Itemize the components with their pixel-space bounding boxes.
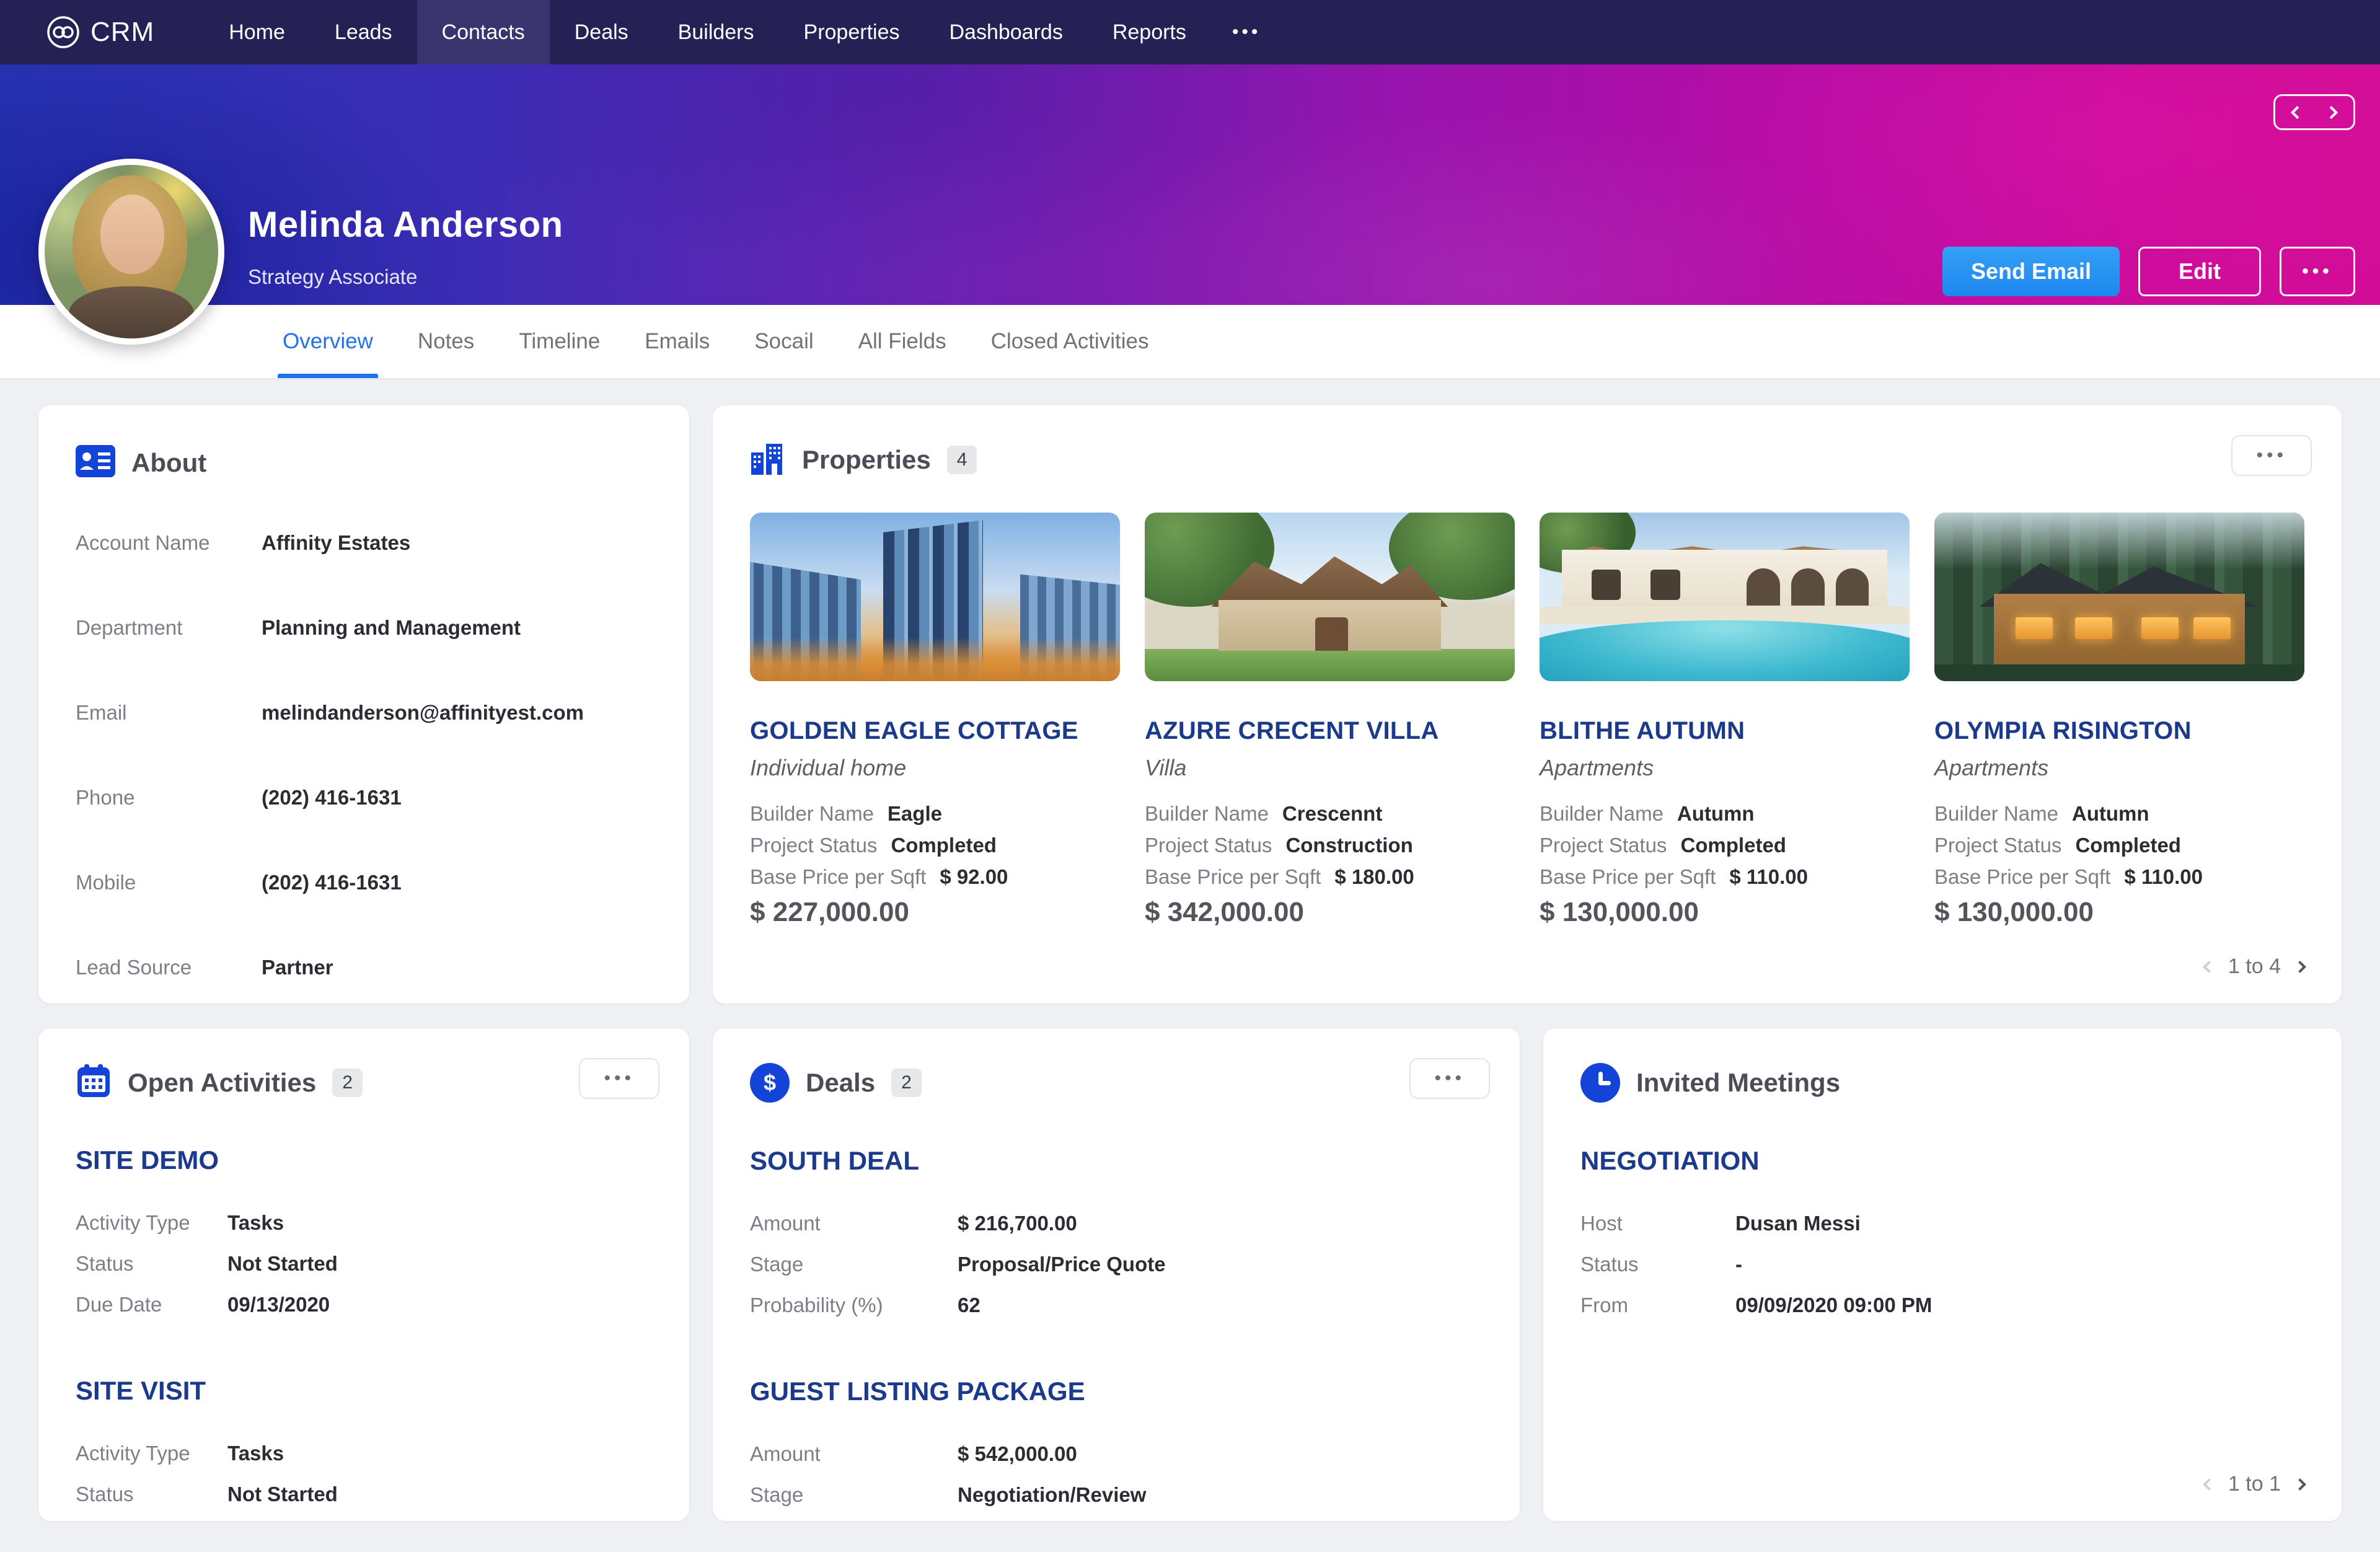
nav-item-builders[interactable]: Builders [653, 0, 779, 64]
pagination-range: 1 to 4 [2228, 955, 2281, 979]
open-activities-more-button[interactable]: ••• [579, 1058, 659, 1099]
nav-item-deals[interactable]: Deals [550, 0, 653, 64]
open-activities-count-badge: 2 [332, 1069, 363, 1097]
about-field-row: Emailmelindanderson@affinityest.com [76, 701, 652, 725]
nav-item-properties[interactable]: Properties [779, 0, 925, 64]
property-price: $ 130,000.00 [1540, 897, 1910, 928]
previous-record-icon[interactable] [2291, 105, 2304, 118]
record-tabs: Overview Notes Timeline Emails Socail Al… [0, 305, 2380, 378]
invited-meetings-title: Invited Meetings [1636, 1068, 1840, 1098]
meeting-name-link[interactable]: NEGOTIATION [1580, 1146, 2304, 1176]
nav-item-leads[interactable]: Leads [310, 0, 417, 64]
app-logo[interactable]: CRM [46, 0, 154, 64]
hero-more-button[interactable]: ••• [2280, 247, 2355, 296]
about-field-row: Account NameAffinity Estates [76, 531, 652, 555]
property-name-link[interactable]: OLYMPIA RISINGTON [1934, 717, 2304, 745]
tab-socail[interactable]: Socail [732, 305, 835, 378]
properties-more-button[interactable]: ••• [2231, 435, 2312, 476]
activity-name-link[interactable]: SITE VISIT [76, 1376, 652, 1406]
tab-emails[interactable]: Emails [622, 305, 732, 378]
property-image-azure-crecent [1145, 513, 1515, 681]
tab-notes[interactable]: Notes [395, 305, 496, 378]
deal-name-link[interactable]: GUEST LISTING PACKAGE [750, 1377, 1483, 1406]
deals-card: $ Deals 2 ••• SOUTH DEAL Amount$ 216,700… [713, 1028, 1520, 1521]
activity-name-link[interactable]: SITE DEMO [76, 1145, 652, 1175]
property-price: $ 227,000.00 [750, 897, 1120, 928]
deal-name-link[interactable]: SOUTH DEAL [750, 1146, 1483, 1176]
buildings-icon [750, 440, 786, 479]
property-image-olympia-risington [1934, 513, 2304, 681]
property-name-link[interactable]: BLITHE AUTUMN [1540, 717, 1910, 745]
property-item: GOLDEN EAGLE COTTAGE Individual home Bui… [750, 513, 1120, 928]
about-field-row: DepartmentPlanning and Management [76, 616, 652, 640]
property-price: $ 342,000.00 [1145, 897, 1515, 928]
deals-more-button[interactable]: ••• [1409, 1058, 1490, 1099]
send-email-button[interactable]: Send Email [1942, 247, 2120, 296]
properties-card: Properties 4 ••• GOLDEN EAGLE COTTAGE In… [713, 405, 2342, 1003]
nav-item-dashboards[interactable]: Dashboards [924, 0, 1087, 64]
deals-count-badge: 2 [891, 1069, 922, 1097]
about-card: About Account NameAffinity Estates Depar… [38, 405, 689, 1003]
invited-meetings-pagination: 1 to 1 [1580, 1466, 2304, 1496]
contact-hero-banner: Melinda Anderson Strategy Associate Send… [0, 64, 2380, 305]
properties-pagination: 1 to 4 [750, 948, 2304, 979]
pagination-prev-icon[interactable] [2203, 1478, 2215, 1491]
avatar [38, 159, 224, 345]
calendar-icon [76, 1063, 112, 1102]
open-activities-card: Open Activities 2 ••• SITE DEMO Activity… [38, 1028, 689, 1521]
property-item: OLYMPIA RISINGTON Apartments Builder Nam… [1934, 513, 2304, 928]
nav-more-icon[interactable]: ••• [1211, 0, 1282, 64]
tab-timeline[interactable]: Timeline [496, 305, 622, 378]
property-price: $ 130,000.00 [1934, 897, 2304, 928]
about-title: About [131, 448, 206, 478]
pagination-next-icon[interactable] [2294, 1478, 2306, 1491]
property-item: AZURE CRECENT VILLA Villa Builder NameCr… [1145, 513, 1515, 928]
open-activities-title: Open Activities [128, 1068, 316, 1098]
clock-icon [1580, 1063, 1620, 1103]
edit-button[interactable]: Edit [2138, 247, 2261, 296]
property-image-blithe-autumn [1540, 513, 1910, 681]
contact-card-icon [76, 445, 115, 480]
about-field-row: Phone(202) 416-1631 [76, 786, 652, 809]
contact-name: Melinda Anderson [248, 204, 563, 245]
hero-record-carousel[interactable] [2273, 94, 2355, 130]
property-name-link[interactable]: GOLDEN EAGLE COTTAGE [750, 717, 1120, 745]
properties-count-badge: 4 [947, 446, 977, 474]
properties-title: Properties [802, 445, 931, 475]
tab-all-fields[interactable]: All Fields [836, 305, 969, 378]
tab-overview[interactable]: Overview [260, 305, 395, 378]
brand-name: CRM [90, 17, 154, 48]
nav-item-contacts[interactable]: Contacts [417, 0, 550, 64]
next-record-icon[interactable] [2325, 105, 2338, 118]
deals-title: Deals [806, 1068, 875, 1098]
crm-logo-icon [46, 15, 81, 50]
property-image-golden-eagle [750, 513, 1120, 681]
property-name-link[interactable]: AZURE CRECENT VILLA [1145, 717, 1515, 745]
tab-closed-activities[interactable]: Closed Activities [969, 305, 1171, 378]
top-nav: CRM Home Leads Contacts Deals Builders P… [0, 0, 2380, 64]
contact-role: Strategy Associate [248, 265, 563, 289]
pagination-range: 1 to 1 [2228, 1472, 2281, 1496]
nav-item-reports[interactable]: Reports [1088, 0, 1211, 64]
property-item: BLITHE AUTUMN Apartments Builder NameAut… [1540, 513, 1910, 928]
about-field-row: Mobile(202) 416-1631 [76, 871, 652, 894]
pagination-prev-icon[interactable] [2203, 961, 2215, 973]
about-field-row: Lead SourcePartner [76, 956, 652, 979]
invited-meetings-card: Invited Meetings NEGOTIATION HostDusan M… [1543, 1028, 2342, 1521]
pagination-next-icon[interactable] [2294, 961, 2306, 973]
dollar-icon: $ [750, 1063, 790, 1103]
nav-item-home[interactable]: Home [204, 0, 310, 64]
